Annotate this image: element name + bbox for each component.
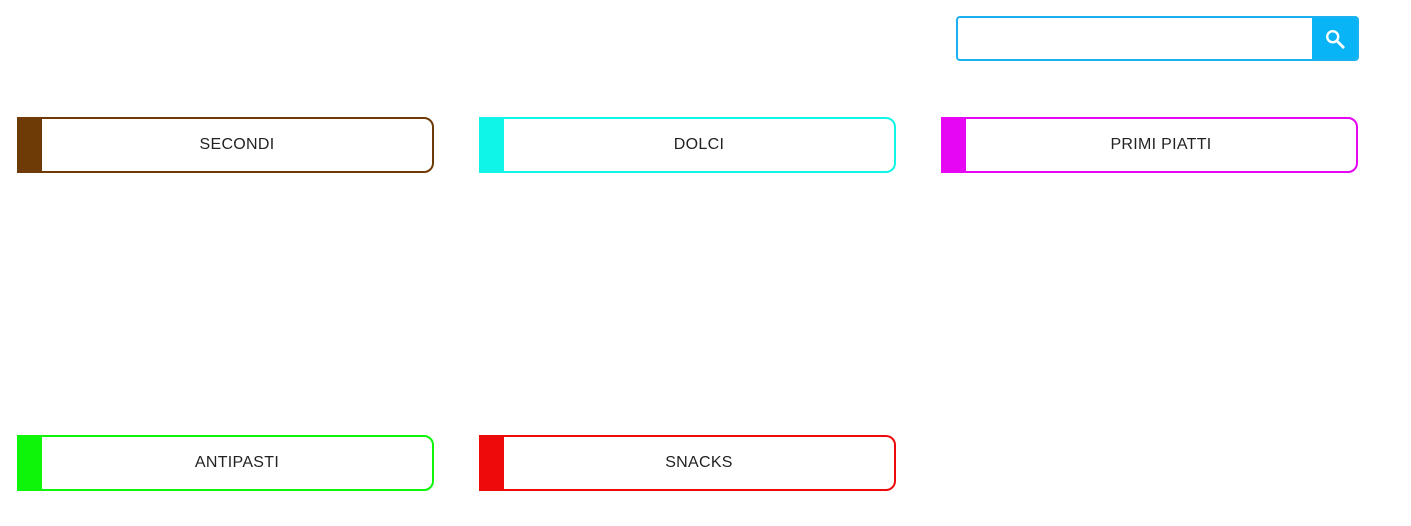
category-label: SNACKS [665, 454, 733, 471]
category-color-swatch [943, 119, 966, 171]
category-label: ANTIPASTI [194, 454, 280, 471]
category-color-swatch [19, 437, 42, 489]
category-color-swatch [481, 437, 504, 489]
category-label: SECONDI [199, 136, 275, 153]
category-button-dolci[interactable]: DOLCI [479, 117, 896, 173]
category-color-swatch [19, 119, 42, 171]
category-color-swatch [481, 119, 504, 171]
category-label: DOLCI [673, 136, 725, 153]
search-icon [1325, 29, 1345, 49]
search-bar [956, 16, 1359, 61]
search-button[interactable] [1312, 18, 1357, 59]
category-button-secondi[interactable]: SECONDI [17, 117, 434, 173]
category-button-primi-piatti[interactable]: PRIMI PIATTI [941, 117, 1358, 173]
category-button-antipasti[interactable]: ANTIPASTI [17, 435, 434, 491]
category-label: PRIMI PIATTI [1110, 136, 1212, 153]
category-button-snacks[interactable]: SNACKS [479, 435, 896, 491]
search-input[interactable] [958, 18, 1312, 59]
